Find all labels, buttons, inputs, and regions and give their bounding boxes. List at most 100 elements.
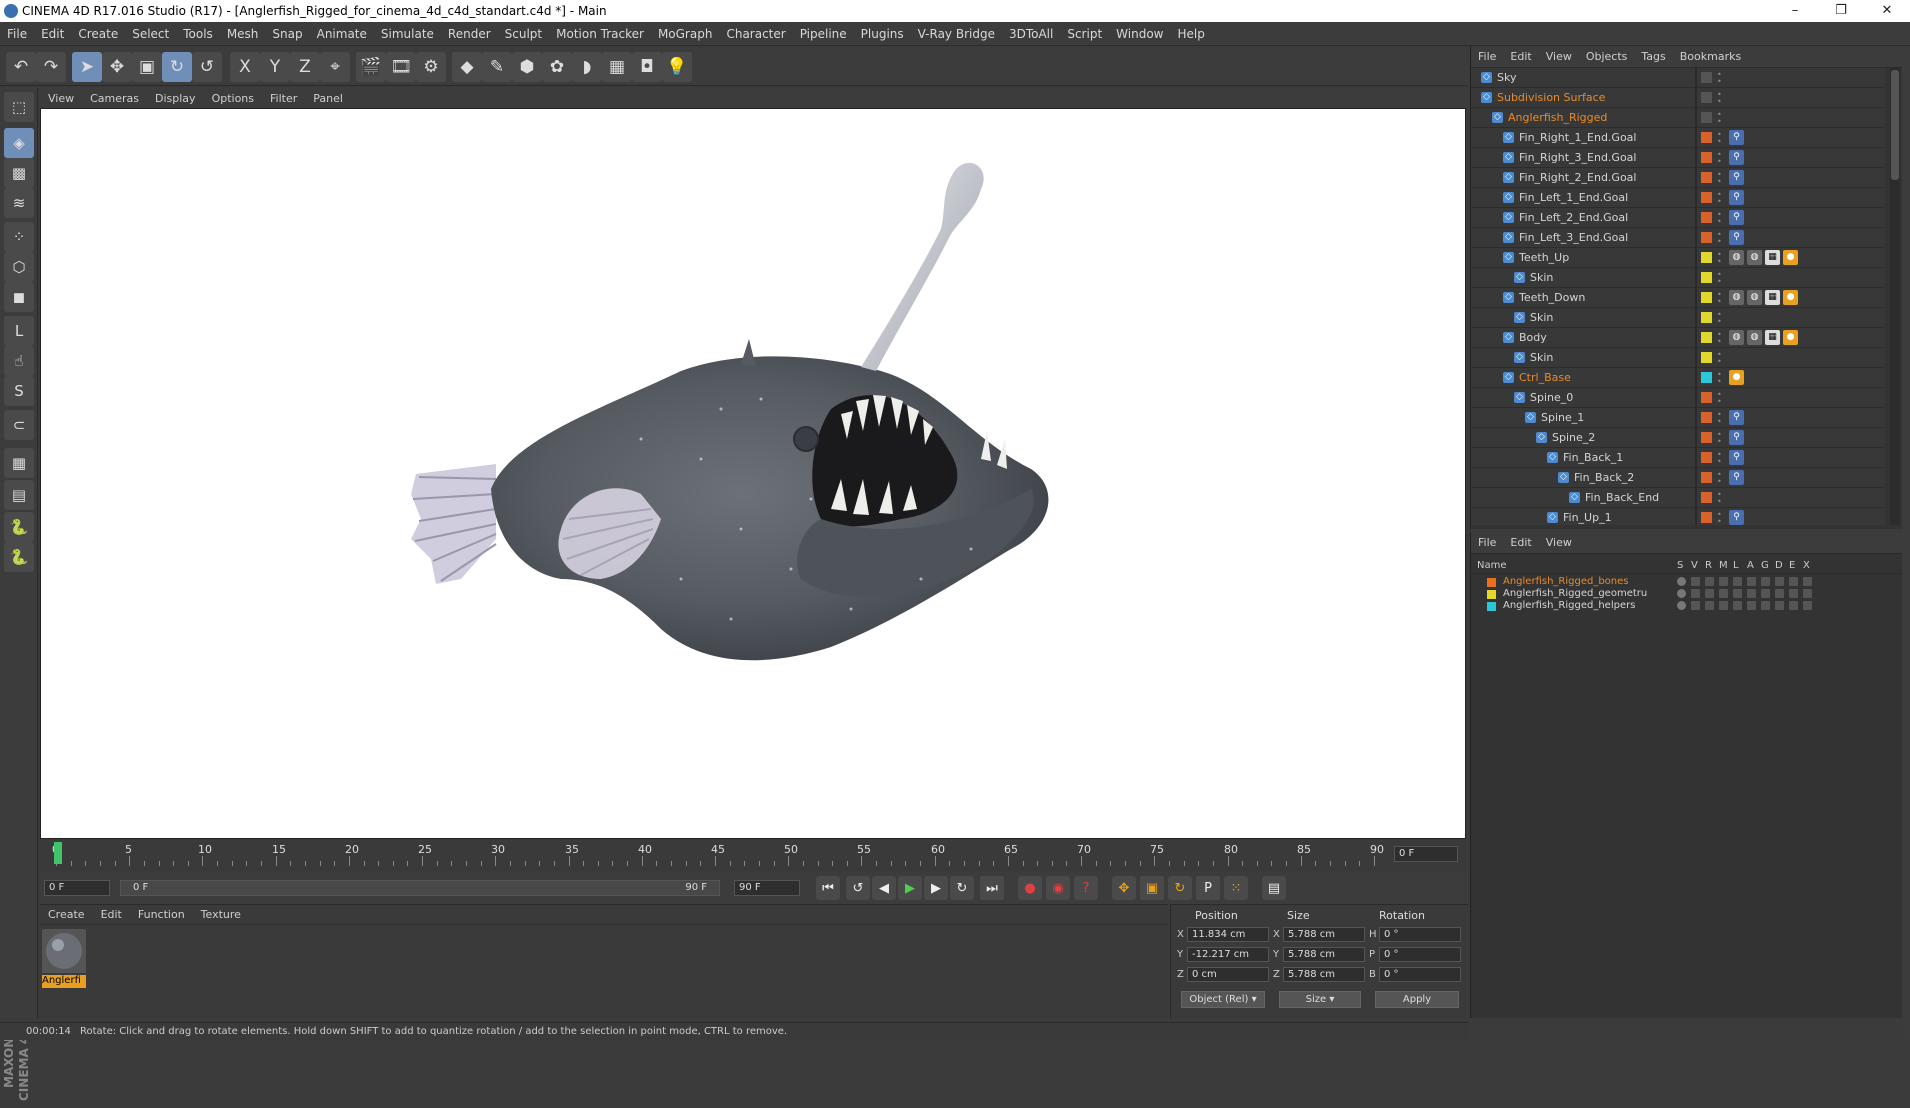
step-forward-icon[interactable]: ▶	[924, 876, 948, 900]
layer-menu-file[interactable]: File	[1471, 536, 1503, 549]
menu-plugins[interactable]: Plugins	[854, 27, 911, 41]
undo-icon[interactable]: ↶	[6, 52, 36, 82]
end-frame-field[interactable]: 90 F	[734, 880, 800, 896]
points-icon[interactable]: ⁘	[4, 222, 34, 252]
visibility-dots-icon[interactable]: • •	[1717, 331, 1722, 346]
viewport-menu-filter[interactable]: Filter	[262, 92, 305, 105]
layer-col-d[interactable]: D	[1775, 560, 1783, 571]
pen-icon[interactable]: ✎	[482, 52, 512, 82]
layer-color-swatch[interactable]	[1701, 192, 1712, 203]
keyframe-selection-icon[interactable]: ?	[1074, 876, 1098, 900]
object-name[interactable]: Skin	[1530, 311, 1553, 324]
coord-icon[interactable]: ⌖	[320, 52, 350, 82]
object-menu-bookmarks[interactable]: Bookmarks	[1673, 50, 1748, 63]
tag-ik-icon[interactable]: ⚲	[1729, 190, 1744, 205]
current-frame-field[interactable]: 0 F	[1394, 846, 1458, 862]
visibility-dots-icon[interactable]: • •	[1717, 431, 1722, 446]
object-menu-tags[interactable]: Tags	[1634, 50, 1672, 63]
texture-icon[interactable]: ▩	[4, 158, 34, 188]
object-menu-file[interactable]: File	[1471, 50, 1503, 63]
snap-icon[interactable]: ⊂	[4, 410, 34, 440]
menu-render[interactable]: Render	[441, 27, 498, 41]
material-name[interactable]: Anglerfi	[42, 975, 86, 988]
layer-color-swatch[interactable]	[1701, 252, 1712, 263]
viewport-menu-panel[interactable]: Panel	[305, 92, 351, 105]
menu-edit[interactable]: Edit	[34, 27, 71, 41]
viewport-menu-cameras[interactable]: Cameras	[82, 92, 147, 105]
object-name[interactable]: Fin_Up_1	[1563, 511, 1612, 524]
layer-toggle-icon[interactable]	[1691, 601, 1700, 610]
record-rotation-icon[interactable]: ↻	[1168, 876, 1192, 900]
object-row[interactable]: ◇ Ctrl_Base • • ●	[1471, 368, 1885, 388]
layer-col-s[interactable]: S	[1677, 560, 1683, 571]
prev-key-icon[interactable]: ↺	[846, 876, 870, 900]
layer-color-swatch[interactable]	[1701, 152, 1712, 163]
object-row[interactable]: ◇ Subdivision Surface • •	[1471, 88, 1885, 108]
menu-tools[interactable]: Tools	[176, 27, 220, 41]
object-row[interactable]: ◇ Fin_Left_3_End.Goal • • ⚲	[1471, 228, 1885, 248]
object-row[interactable]: ◇ Spine_0 • •	[1471, 388, 1885, 408]
object-name[interactable]: Skin	[1530, 351, 1553, 364]
position-y-field[interactable]: -12.217 cm	[1187, 947, 1269, 962]
layer-color-swatch[interactable]	[1701, 172, 1712, 183]
axis-icon[interactable]: L	[4, 316, 34, 346]
layer-toggle-icon[interactable]	[1775, 589, 1784, 598]
play-icon[interactable]: ▶	[898, 876, 922, 900]
visibility-dots-icon[interactable]: • •	[1717, 71, 1722, 86]
layer-row[interactable]: Anglerfish_Rigged_helpers	[1471, 600, 1903, 615]
menu-mesh[interactable]: Mesh	[220, 27, 266, 41]
layer-col-e[interactable]: E	[1789, 560, 1795, 571]
menu-v-ray-bridge[interactable]: V-Ray Bridge	[911, 27, 1002, 41]
object-name[interactable]: Fin_Back_End	[1585, 491, 1659, 504]
layer-toggle-icon[interactable]	[1719, 589, 1728, 598]
object-name[interactable]: Spine_2	[1552, 431, 1595, 444]
layer-toggle-icon[interactable]	[1733, 577, 1742, 586]
model-icon[interactable]: ◈	[4, 128, 34, 158]
floor-icon[interactable]: ▦	[602, 52, 632, 82]
preview-range-slider[interactable]: 0 F 90 F	[120, 880, 720, 896]
layer-col-x[interactable]: X	[1803, 560, 1810, 571]
object-name[interactable]: Teeth_Up	[1519, 251, 1569, 264]
object-row[interactable]: ◇ Fin_Left_1_End.Goal • • ⚲	[1471, 188, 1885, 208]
object-manager-scrollbar[interactable]	[1890, 68, 1900, 525]
render-settings-icon[interactable]: ⚙	[416, 52, 446, 82]
planar-icon[interactable]: ▤	[4, 480, 34, 510]
layer-color-swatch[interactable]	[1701, 412, 1712, 423]
layer-toggle-icon[interactable]	[1789, 577, 1798, 586]
light-icon[interactable]: 💡	[662, 52, 692, 82]
object-name[interactable]: Spine_0	[1530, 391, 1573, 404]
menu-pipeline[interactable]: Pipeline	[793, 27, 854, 41]
layer-toggle-icon[interactable]	[1733, 601, 1742, 610]
tag-dot-icon[interactable]: ●	[1783, 330, 1798, 345]
visibility-dots-icon[interactable]: • •	[1717, 471, 1722, 486]
rotation-b-field[interactable]: 0 °	[1379, 967, 1461, 982]
rotation-h-field[interactable]: 0 °	[1379, 927, 1461, 942]
layer-color-swatch[interactable]	[1701, 392, 1712, 403]
object-row[interactable]: ◇ Skin • •	[1471, 268, 1885, 288]
layer-color-swatch[interactable]	[1701, 332, 1712, 343]
visibility-dots-icon[interactable]: • •	[1717, 251, 1722, 266]
layer-menu-edit[interactable]: Edit	[1503, 536, 1538, 549]
menu-script[interactable]: Script	[1060, 27, 1109, 41]
visibility-dots-icon[interactable]: • •	[1717, 351, 1722, 366]
deformer-icon[interactable]: ◗	[572, 52, 602, 82]
object-row[interactable]: ◇ Body • • ◍ ◍ ▦ ●	[1471, 328, 1885, 348]
layer-color-swatch[interactable]	[1487, 578, 1496, 587]
render-view-icon[interactable]: 🎬	[356, 52, 386, 82]
layer-col-m[interactable]: M	[1719, 560, 1728, 571]
rotation-p-field[interactable]: 0 °	[1379, 947, 1461, 962]
timeline-ruler[interactable]: 051015202530354045505560657075808590 0 F	[40, 842, 1468, 872]
menu-file[interactable]: File	[0, 27, 34, 41]
soft-icon[interactable]: S	[4, 376, 34, 406]
object-name[interactable]: Fin_Right_3_End.Goal	[1519, 151, 1636, 164]
layer-color-swatch[interactable]	[1701, 452, 1712, 463]
layer-toggle-icon[interactable]	[1747, 577, 1756, 586]
object-menu-edit[interactable]: Edit	[1503, 50, 1538, 63]
layer-menu-view[interactable]: View	[1539, 536, 1579, 549]
layer-col-l[interactable]: L	[1733, 560, 1739, 571]
menu-help[interactable]: Help	[1170, 27, 1211, 41]
go-to-end-icon[interactable]: ⏭	[980, 876, 1004, 900]
close-button[interactable]: ✕	[1864, 0, 1910, 22]
tag-dot-icon[interactable]: ●	[1783, 250, 1798, 265]
material-menu-function[interactable]: Function	[130, 908, 193, 921]
